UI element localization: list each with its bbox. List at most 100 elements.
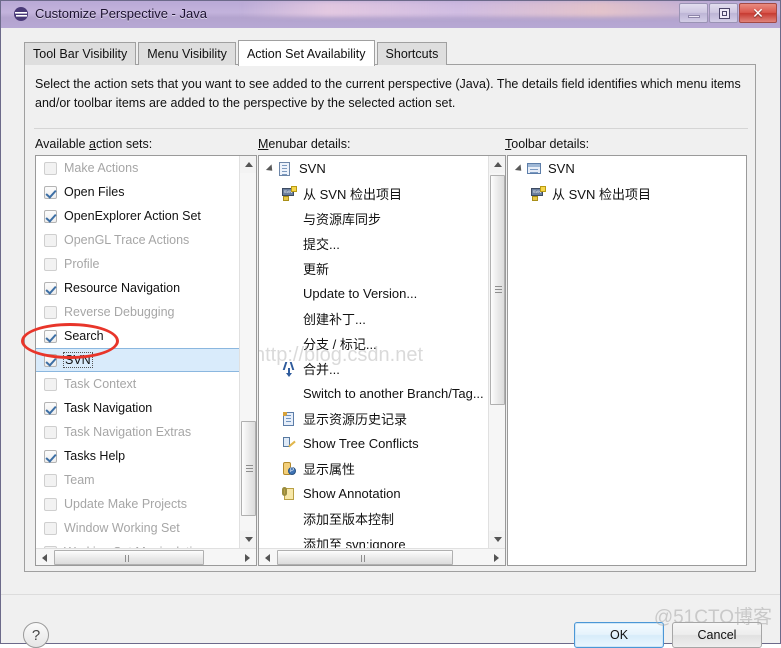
tree-item-label: 添加至版本控制 xyxy=(303,512,395,527)
list-item[interactable]: Tasks Help xyxy=(36,444,239,468)
tree-item[interactable]: 分支 / 标记... xyxy=(259,331,488,356)
list-item-label: Task Navigation xyxy=(64,401,153,415)
checkbox-unchecked-icon[interactable] xyxy=(44,377,57,391)
cancel-button[interactable]: Cancel xyxy=(672,622,762,648)
scroll-right-arrow-icon[interactable] xyxy=(488,549,505,565)
tab-label: Shortcuts xyxy=(385,47,439,61)
toolbar-details-tree[interactable]: SVN 从 SVN 检出项目 xyxy=(507,155,747,566)
ok-button[interactable]: OK xyxy=(574,622,664,648)
tab-label: Tool Bar Visibility xyxy=(33,47,128,61)
list-item[interactable]: Reverse Debugging xyxy=(36,300,239,324)
available-list-vertical-scrollbar[interactable] xyxy=(239,156,256,548)
tree-item[interactable]: Update to Version... xyxy=(259,281,488,306)
checkbox-unchecked-icon[interactable] xyxy=(44,161,57,175)
tree-item-label: 创建补丁... xyxy=(303,312,366,327)
list-item[interactable]: Make Actions xyxy=(36,156,239,180)
tree-item[interactable]: 与资源库同步 xyxy=(259,206,488,231)
checkbox-unchecked-icon[interactable] xyxy=(44,473,57,487)
tree-item[interactable]: 显示资源历史记录 xyxy=(259,406,488,431)
help-button[interactable]: ? xyxy=(23,622,49,648)
tab-action-set-availability[interactable]: Action Set Availability xyxy=(237,40,375,66)
minimize-button[interactable] xyxy=(679,3,708,23)
menubar-details-tree[interactable]: SVN 从 SVN 检出项目 与资源库同步 xyxy=(258,155,506,566)
tree-item[interactable]: 显示属性 xyxy=(259,456,488,481)
tree-item[interactable]: 添加至版本控制 xyxy=(259,506,488,531)
checkbox-checked-icon[interactable] xyxy=(44,401,57,415)
scroll-right-arrow-icon[interactable] xyxy=(239,549,256,565)
scroll-down-arrow-icon[interactable] xyxy=(240,531,256,548)
checkbox-unchecked-icon[interactable] xyxy=(44,521,57,535)
checkbox-unchecked-icon[interactable] xyxy=(44,257,57,271)
svn-checkout-icon xyxy=(281,185,298,202)
list-item[interactable]: Task Navigation xyxy=(36,396,239,420)
tree-item[interactable]: Switch to another Branch/Tag... xyxy=(259,381,488,406)
list-item-label: Task Navigation Extras xyxy=(64,425,192,439)
checkbox-unchecked-icon[interactable] xyxy=(44,305,57,319)
menubar-tree-horizontal-scrollbar[interactable] xyxy=(259,548,505,565)
expand-collapse-icon[interactable] xyxy=(512,163,526,174)
list-item[interactable]: OpenGL Trace Actions xyxy=(36,228,239,252)
menubar-tree-vertical-scrollbar[interactable] xyxy=(488,156,505,548)
customize-perspective-dialog: Customize Perspective - Java ✕ Tool Bar … xyxy=(0,0,781,648)
checkbox-unchecked-icon[interactable] xyxy=(44,497,57,511)
scroll-thumb[interactable] xyxy=(241,421,256,516)
tree-item[interactable]: Show Annotation xyxy=(259,481,488,506)
scroll-thumb[interactable] xyxy=(490,175,505,405)
tree-item-root[interactable]: SVN xyxy=(508,156,746,181)
scroll-down-arrow-icon[interactable] xyxy=(489,531,505,548)
list-item[interactable]: Task Navigation Extras xyxy=(36,420,239,444)
scroll-up-arrow-icon[interactable] xyxy=(240,156,256,173)
tree-item[interactable]: Show Tree Conflicts xyxy=(259,431,488,456)
tree-item-label: SVN xyxy=(548,161,575,176)
tree-item-root[interactable]: SVN xyxy=(259,156,488,181)
list-item[interactable]: Profile xyxy=(36,252,239,276)
tree-item[interactable]: 创建补丁... xyxy=(259,306,488,331)
list-item-svn-selected[interactable]: SVN xyxy=(36,348,239,372)
tree-item-label: 从 SVN 检出项目 xyxy=(303,187,402,202)
scroll-left-arrow-icon[interactable] xyxy=(259,549,276,565)
list-item[interactable]: Resource Navigation xyxy=(36,276,239,300)
close-button[interactable]: ✕ xyxy=(739,3,777,23)
hscroll-thumb[interactable] xyxy=(277,550,453,565)
list-item[interactable]: Task Context xyxy=(36,372,239,396)
list-item[interactable]: OpenExplorer Action Set xyxy=(36,204,239,228)
list-item[interactable]: Search xyxy=(36,324,239,348)
tab-strip: Tool Bar Visibility Menu Visibility Acti… xyxy=(24,40,449,66)
list-item-label: Update Make Projects xyxy=(64,497,187,511)
list-item[interactable]: Open Files xyxy=(36,180,239,204)
properties-icon xyxy=(281,461,298,477)
tree-item[interactable]: 从 SVN 检出项目 xyxy=(508,181,746,206)
menu-doc-icon xyxy=(277,161,294,177)
list-item[interactable]: Window Working Set xyxy=(36,516,239,540)
hscroll-grip-icon xyxy=(125,555,133,562)
help-icon: ? xyxy=(31,626,41,644)
available-action-sets-list[interactable]: Make Actions Open Files OpenExplorer Act… xyxy=(35,155,257,566)
expand-collapse-icon[interactable] xyxy=(263,163,277,174)
checkbox-checked-icon[interactable] xyxy=(44,185,57,199)
available-list-horizontal-scrollbar[interactable] xyxy=(36,548,256,565)
checkbox-checked-icon[interactable] xyxy=(44,329,57,343)
list-item[interactable]: Update Make Projects xyxy=(36,492,239,516)
list-item-label: Resource Navigation xyxy=(64,281,181,295)
list-item-label: Search xyxy=(64,329,104,343)
tree-item[interactable]: 合并... xyxy=(259,356,488,381)
scroll-up-arrow-icon[interactable] xyxy=(489,156,505,173)
tree-item[interactable]: 从 SVN 检出项目 xyxy=(259,181,488,206)
hscroll-thumb[interactable] xyxy=(54,550,204,565)
scroll-left-arrow-icon[interactable] xyxy=(36,549,53,565)
tree-item[interactable]: 添加至 svn:ignore xyxy=(259,531,488,548)
checkbox-unchecked-icon[interactable] xyxy=(44,233,57,247)
tab-shortcuts[interactable]: Shortcuts xyxy=(376,42,448,65)
checkbox-checked-icon[interactable] xyxy=(44,353,57,367)
tab-tool-bar-visibility[interactable]: Tool Bar Visibility xyxy=(24,42,137,65)
tree-item[interactable]: 提交... xyxy=(259,231,488,256)
tab-menu-visibility[interactable]: Menu Visibility xyxy=(138,42,236,65)
maximize-button[interactable] xyxy=(709,3,738,23)
tree-item[interactable]: 更新 xyxy=(259,256,488,281)
list-item[interactable]: Working Set Manipulation xyxy=(36,540,239,548)
checkbox-checked-icon[interactable] xyxy=(44,281,57,295)
checkbox-unchecked-icon[interactable] xyxy=(44,425,57,439)
checkbox-checked-icon[interactable] xyxy=(44,449,57,463)
list-item[interactable]: Team xyxy=(36,468,239,492)
checkbox-checked-icon[interactable] xyxy=(44,209,57,223)
